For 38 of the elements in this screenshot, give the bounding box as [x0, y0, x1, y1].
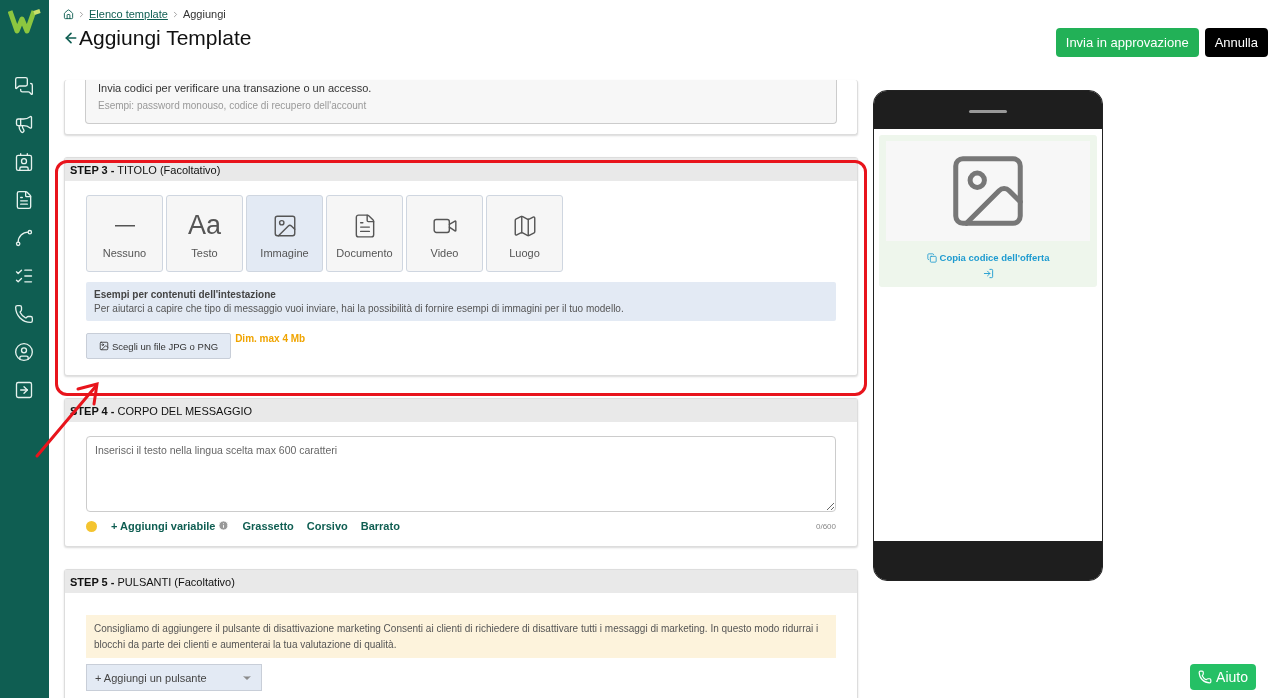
- phone-icon[interactable]: [13, 304, 36, 326]
- home-icon[interactable]: [63, 8, 74, 20]
- phone-icon: [1198, 670, 1213, 684]
- login-icon: [982, 268, 994, 279]
- message-field[interactable]: Inserisci il testo nella lingua scelta max 600 caratteri: [86, 436, 836, 512]
- category-example: Esempi: password monouso, codice di recupero dell'account: [98, 100, 368, 111]
- size-hint: Dim. max 4 Mb: [235, 333, 306, 344]
- header-type-option[interactable]: Immagine: [246, 195, 323, 272]
- header-type-option[interactable]: Luogo: [486, 195, 563, 272]
- header-type-option[interactable]: Documento: [326, 195, 403, 272]
- chats-icon[interactable]: [13, 76, 36, 98]
- user-icon[interactable]: [13, 342, 36, 364]
- dash-icon: [114, 225, 135, 227]
- image-icon: [99, 341, 109, 351]
- chevron-icon: [77, 9, 86, 19]
- breadcrumb-link[interactable]: Elenco template: [89, 8, 168, 20]
- header-type-option[interactable]: Video: [406, 195, 483, 272]
- page-title: Aggiungi Template: [79, 26, 252, 50]
- character-counter: 0/600: [815, 521, 836, 531]
- notice-text: Consigliamo di aggiungere il pulsante di disattivazione marketing Consenti ai clienti di richiedere di disattivare tutti i messaggi di marketing. In questo modo ridurrai i blocchi da parte dei clienti e aumenterai la tua valutazione di qualità.: [86, 615, 836, 658]
- header-type-option[interactable]: Nessuno: [86, 195, 163, 272]
- info-text: Per aiutarci a capire che tipo di messaggio vuoi inviare, hai la possibilità di fornire esempi di immagini per il tuo modello.: [94, 303, 625, 314]
- info-title: Esempi per contenuti dell'intestazione: [94, 289, 277, 300]
- format-link[interactable]: Corsivo: [306, 520, 348, 532]
- category-title: Invia codici per verificare una transazione o un accesso.: [98, 82, 373, 94]
- format-link[interactable]: Barrato: [360, 520, 400, 532]
- breadcrumb-current: Aggiungi: [182, 8, 226, 20]
- cancel-button[interactable]: Annulla: [1204, 28, 1268, 57]
- add-button-dropdown[interactable]: + Aggiungi un pulsante: [86, 664, 262, 691]
- card-header: STEP 5 - PULSANTI (Facoltativo): [65, 570, 857, 593]
- upload-button[interactable]: Scegli un file JPG o PNG: [86, 333, 232, 359]
- category-option[interactable]: Invia codici per verificare una transazione o un accesso. Esempi: password monouso, codice di recupero dell'account: [85, 80, 837, 124]
- info-icon[interactable]: [218, 520, 230, 531]
- copy-icon: [926, 252, 937, 263]
- format-link[interactable]: + Aggiungi variabile: [111, 520, 230, 532]
- header-type-option[interactable]: Aa Testo: [166, 195, 243, 272]
- format-link[interactable]: Grassetto: [242, 520, 294, 532]
- logo[interactable]: [7, 8, 42, 34]
